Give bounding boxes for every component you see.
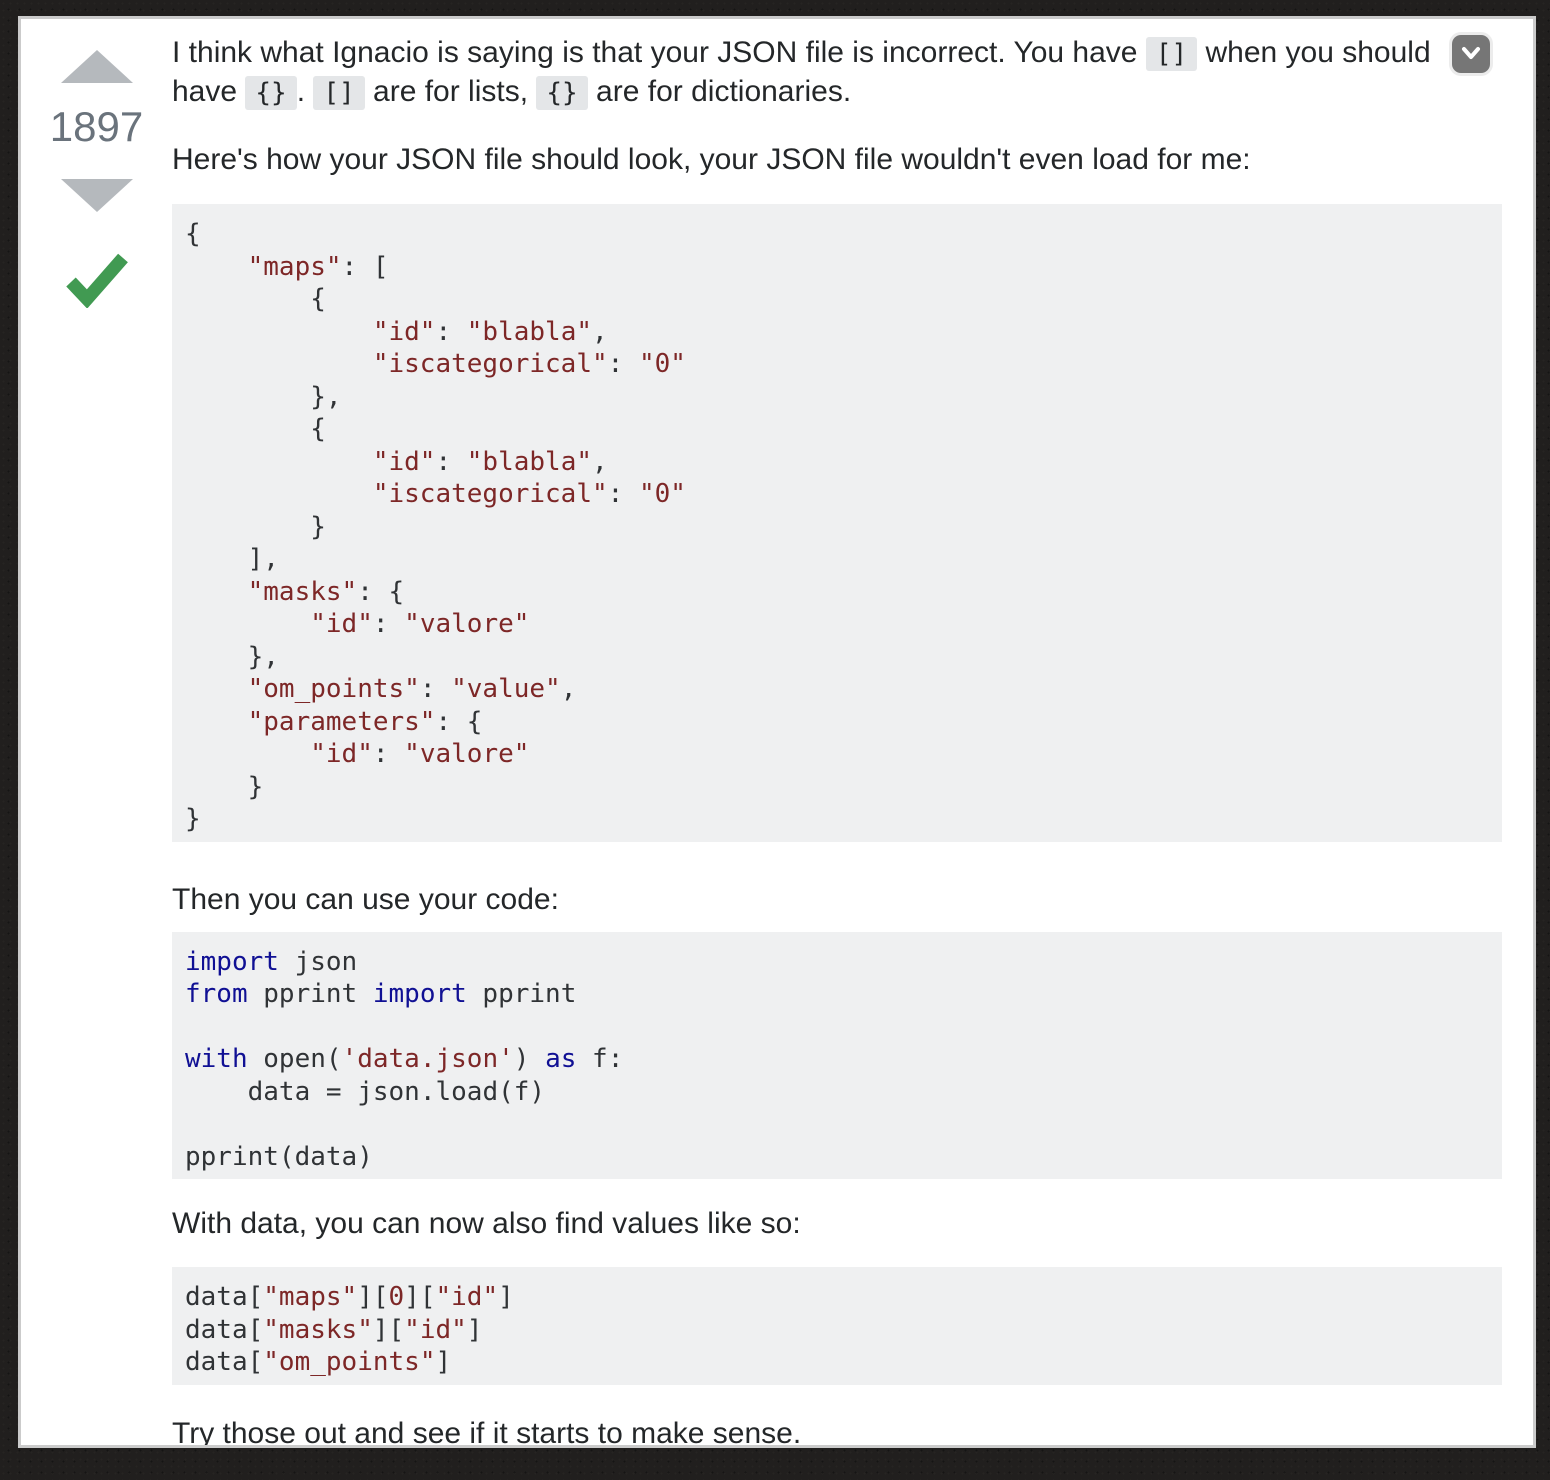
- chevron-down-icon: [1459, 46, 1483, 62]
- code-block-value-access: data["maps"][0]["id"] data["masks"]["id"…: [172, 1267, 1502, 1385]
- code-block-json-example: { "maps": [ { "id": "blabla", "iscategor…: [172, 204, 1502, 842]
- upvote-button[interactable]: [61, 50, 133, 83]
- inline-code: {}: [245, 76, 296, 110]
- vote-column: 1897: [21, 19, 172, 1445]
- answer-paragraph-code-intro: Then you can use your code:: [172, 880, 1502, 919]
- answer-panel: 1897 I think what Ignacio is saying is t…: [18, 16, 1536, 1448]
- answer-paragraph-values-intro: With data, you can now also find values …: [172, 1204, 1502, 1243]
- collapse-answer-button[interactable]: [1452, 35, 1490, 73]
- answer-body: I think what Ignacio is saying is that y…: [172, 19, 1533, 1445]
- downvote-button[interactable]: [61, 179, 133, 212]
- code-block-python-usage: import json from pprint import pprint wi…: [172, 932, 1502, 1180]
- accepted-answer-checkmark-icon: [66, 252, 128, 308]
- vote-count: 1897: [50, 103, 143, 151]
- answer-paragraph-outro: Try those out and see if it starts to ma…: [172, 1414, 1502, 1449]
- inline-code: []: [1146, 37, 1197, 71]
- inline-code: {}: [536, 76, 587, 110]
- answer-paragraph-json-intro: Here's how your JSON file should look, y…: [172, 140, 1502, 179]
- inline-code: []: [313, 76, 364, 110]
- answer-paragraph-intro: I think what Ignacio is saying is that y…: [172, 33, 1502, 111]
